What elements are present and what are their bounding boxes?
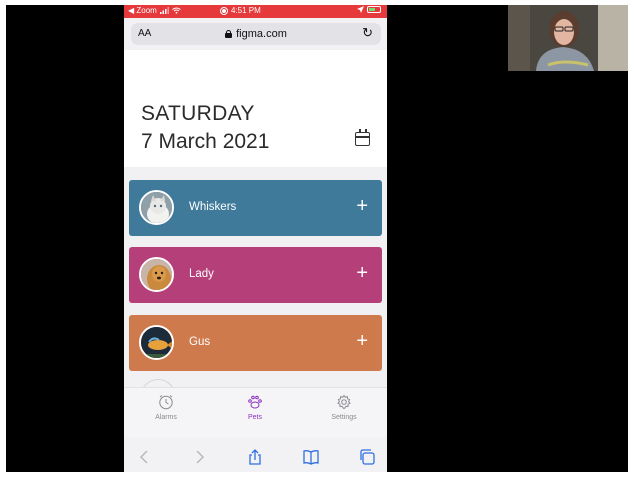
tab-alarms[interactable]: Alarms (136, 394, 196, 421)
forward-icon[interactable] (190, 449, 208, 465)
tab-label: Settings (331, 414, 357, 421)
add-alarm-button[interactable]: + (356, 329, 368, 353)
pet-card-gus[interactable]: Gus + (129, 315, 382, 371)
add-alarm-button[interactable]: + (356, 261, 368, 285)
location-icon (357, 6, 364, 13)
share-icon[interactable] (246, 449, 264, 465)
pet-name: Gus (189, 336, 211, 348)
full-date: 7 March 2021 (141, 130, 270, 153)
calendar-icon[interactable] (355, 129, 370, 146)
battery-icon (367, 6, 381, 13)
url-domain: figma.com (236, 28, 287, 40)
lock-icon (225, 30, 233, 38)
bookmarks-icon[interactable] (302, 449, 320, 465)
pet-name: Lady (189, 268, 214, 280)
wifi-icon (172, 7, 181, 14)
pet-list: Whiskers + Lady + Gus + (124, 167, 387, 392)
gear-icon (337, 394, 351, 409)
tab-label: Pets (247, 414, 262, 421)
signal-icon (159, 7, 169, 14)
reload-icon[interactable]: ↻ (362, 25, 373, 41)
tab-settings[interactable]: Settings (314, 394, 374, 421)
app-content: SATURDAY 7 March 2021 Whiskers + Lady + (124, 50, 387, 392)
avatar (139, 325, 174, 360)
tab-pets[interactable]: Pets (225, 394, 285, 421)
browser-address-area: AA figma.com ↻ (124, 18, 387, 50)
video-thumbnail (508, 5, 628, 71)
avatar (139, 190, 174, 225)
back-to-app-link[interactable]: ◀ Zoom (128, 6, 157, 15)
day-of-week: SATURDAY (141, 102, 255, 125)
address-bar[interactable]: AA figma.com ↻ (131, 23, 381, 45)
avatar (139, 257, 174, 292)
browser-toolbar (124, 442, 387, 472)
participant-video (508, 5, 628, 71)
clock-icon (159, 395, 173, 410)
screen-recording-icon (220, 6, 228, 15)
tab-bar: Alarms Pets Settings (124, 387, 387, 437)
pet-card-lady[interactable]: Lady + (129, 247, 382, 303)
phone-screen: ◀ Zoom 4:51 PM AA figma.com ↻ SATURDAY 7… (124, 5, 387, 472)
date-header: SATURDAY 7 March 2021 (124, 50, 387, 167)
status-time: 4:51 PM (231, 6, 261, 15)
text-size-button[interactable]: AA (138, 28, 151, 39)
status-bar: ◀ Zoom 4:51 PM (124, 5, 387, 18)
pet-name: Whiskers (189, 201, 237, 213)
back-icon[interactable] (136, 449, 154, 465)
paw-icon (248, 395, 262, 409)
tabs-icon[interactable] (358, 449, 376, 465)
add-alarm-button[interactable]: + (356, 194, 368, 218)
tab-label: Alarms (155, 414, 177, 421)
pet-card-whiskers[interactable]: Whiskers + (129, 180, 382, 236)
